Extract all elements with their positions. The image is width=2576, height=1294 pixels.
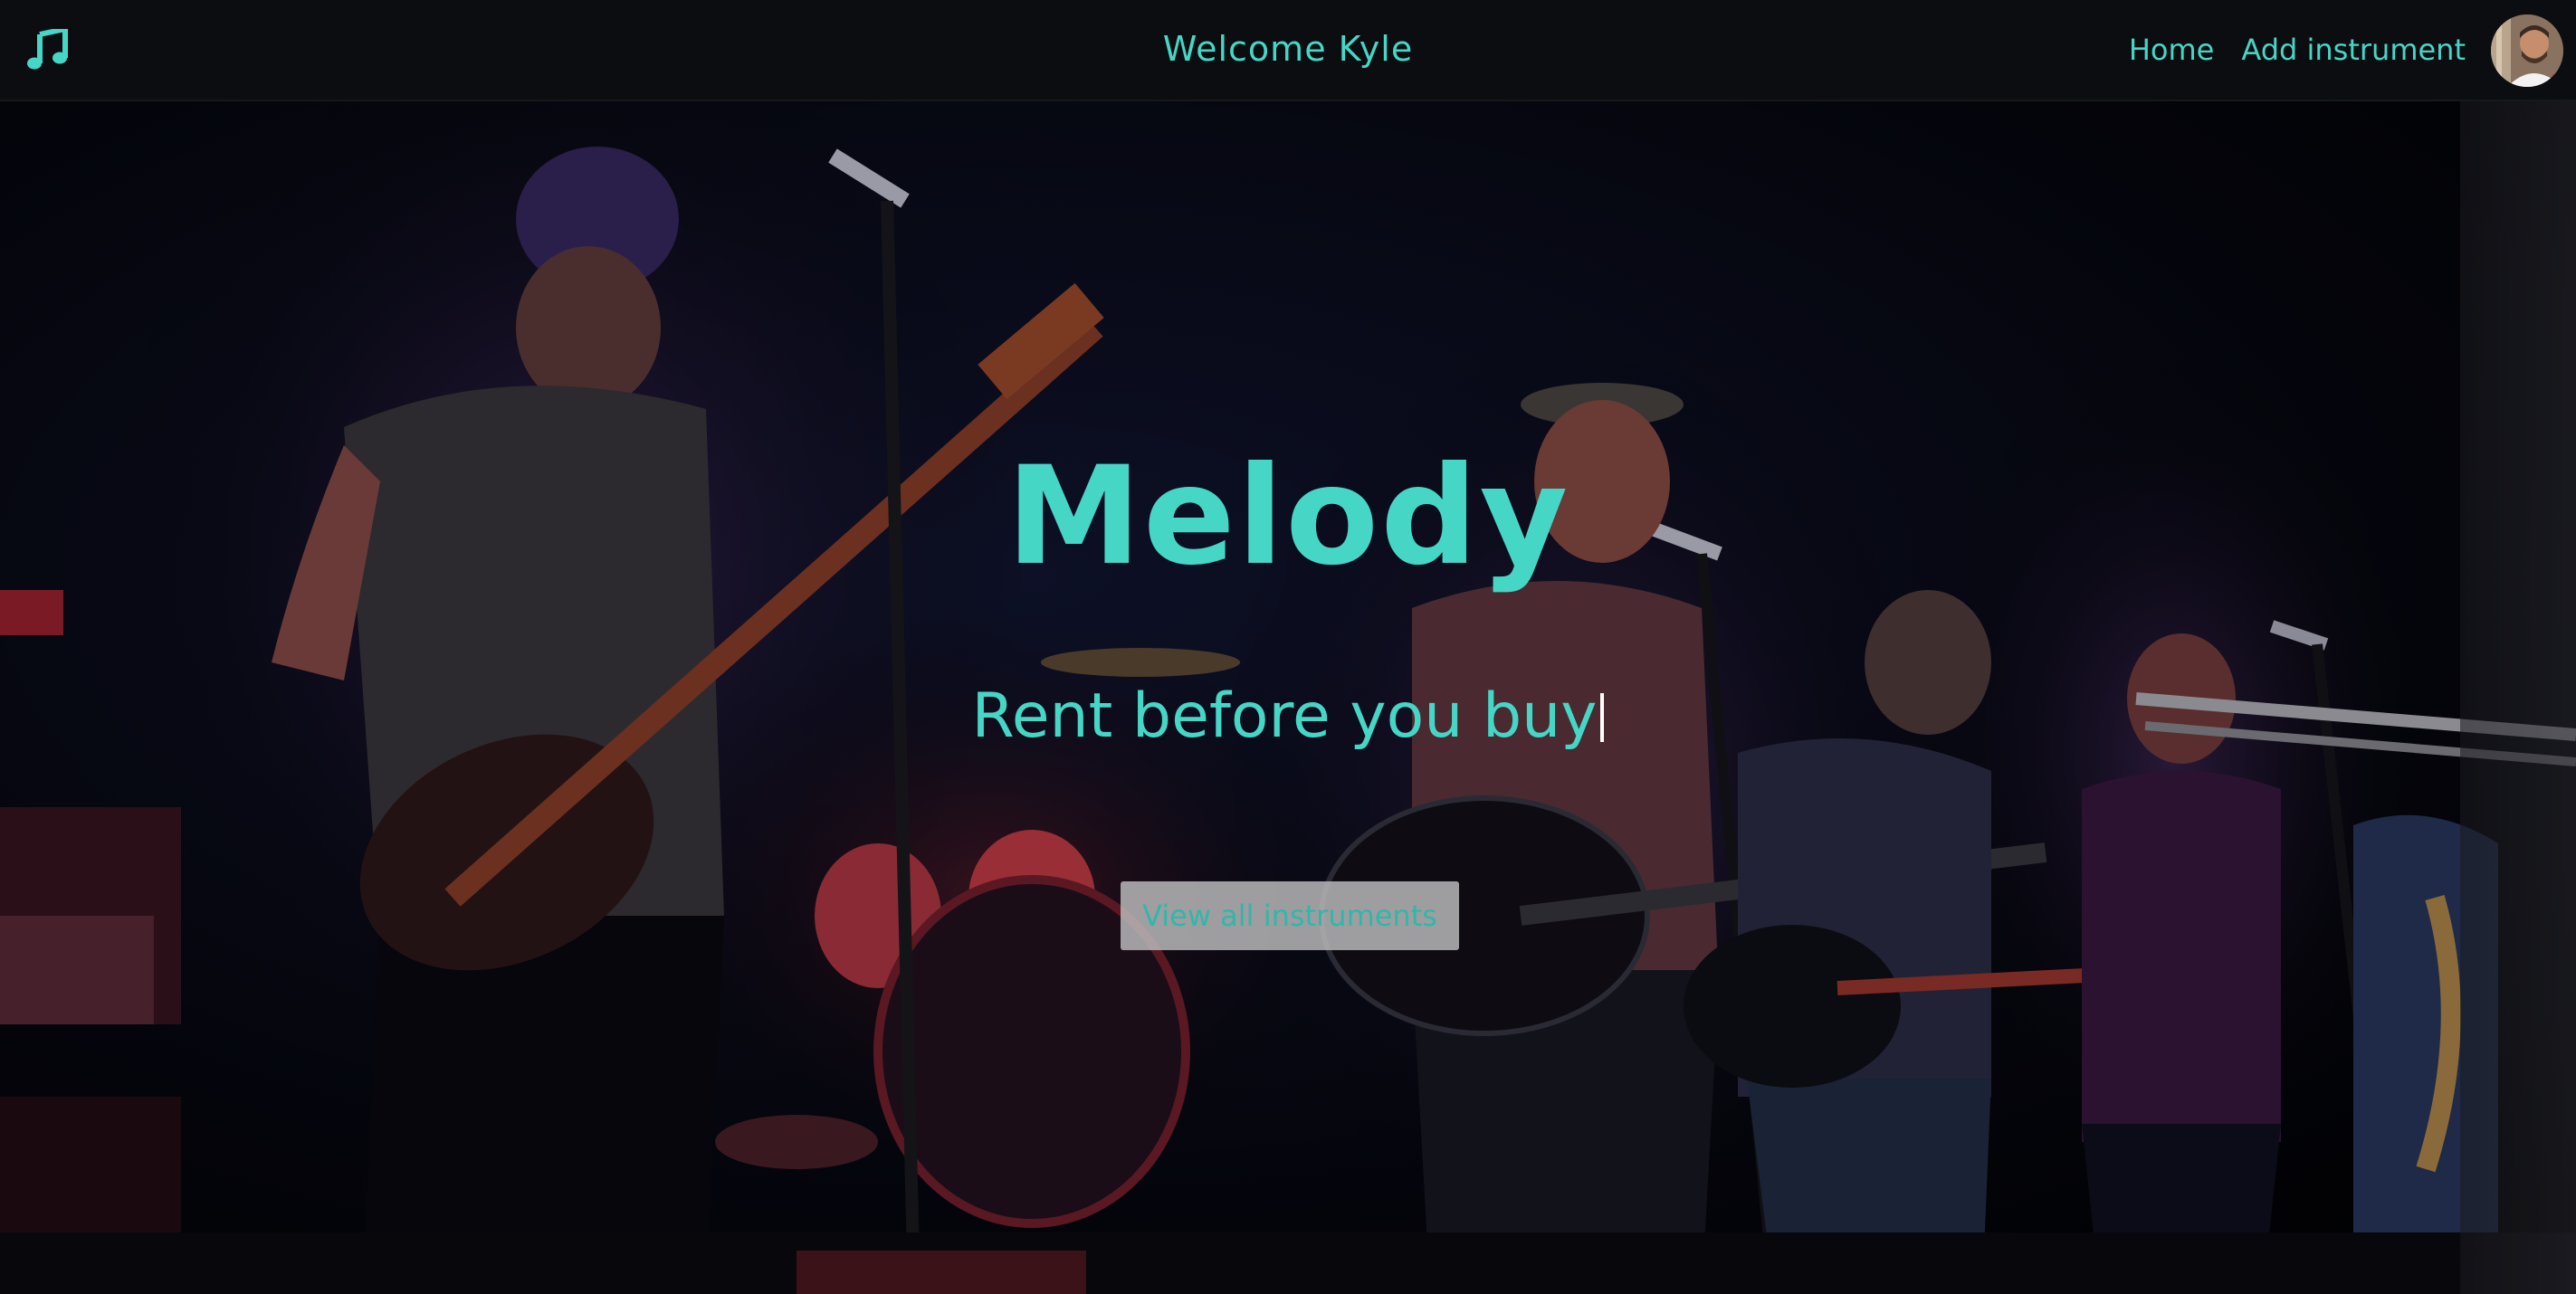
hero-title: Melody: [1006, 438, 1570, 595]
nav-links: Home Add instrument: [2129, 33, 2466, 67]
hero-section: Melody Rent before you buy View all inst…: [0, 101, 2576, 1294]
nav-link-home[interactable]: Home: [2129, 33, 2215, 67]
nav-link-add-instrument[interactable]: Add instrument: [2241, 33, 2466, 67]
hero-subtitle: Rent before you buy: [0, 680, 2576, 752]
view-all-instruments-button[interactable]: View all instruments: [1121, 881, 1459, 950]
text-cursor-icon: [1600, 693, 1605, 742]
top-navbar: Welcome Kyle Home Add instrument: [0, 0, 2576, 101]
hero-subtitle-text: Rent before you buy: [971, 680, 1598, 752]
user-avatar[interactable]: [2491, 14, 2563, 87]
